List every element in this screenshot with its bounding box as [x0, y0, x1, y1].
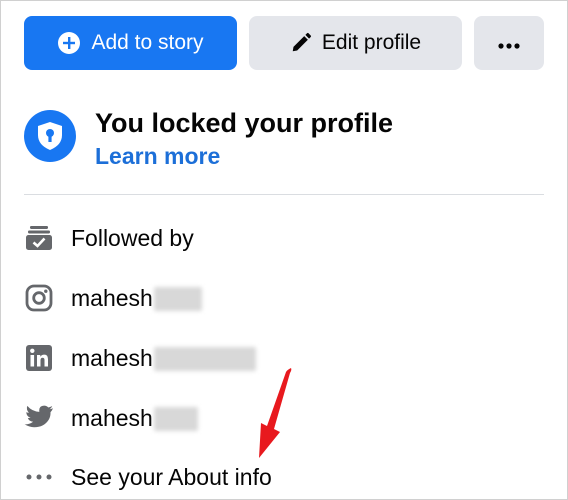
linkedin-icon — [24, 343, 54, 373]
info-item-text: mahesh — [71, 285, 202, 312]
annotation-arrow-icon — [259, 368, 292, 458]
shield-keyhole-icon — [24, 110, 76, 162]
info-item-text: Followed by — [71, 224, 194, 251]
instagram-handle: mahesh — [71, 284, 153, 311]
pencil-icon — [290, 32, 312, 54]
plus-circle-icon — [57, 31, 81, 55]
edit-profile-button[interactable]: Edit profile — [249, 16, 462, 70]
info-item-instagram[interactable]: mahesh — [24, 280, 544, 316]
see-about-info-label: See your About info — [71, 463, 272, 490]
info-item-text: mahesh — [71, 405, 198, 432]
lock-notice-title: You locked your profile — [95, 108, 394, 138]
divider — [24, 194, 544, 195]
instagram-icon — [24, 283, 54, 313]
info-item-text: mahesh — [71, 345, 256, 372]
profile-action-row: Add to story Edit profile — [24, 16, 544, 70]
edit-profile-label: Edit profile — [321, 31, 422, 54]
redacted-blur — [153, 347, 256, 372]
more-options-button[interactable] — [474, 16, 544, 70]
more-horizontal-icon — [24, 462, 54, 492]
info-item-see-about[interactable]: See your About info — [24, 459, 544, 495]
redacted-blur — [153, 287, 202, 312]
twitter-icon — [24, 403, 54, 433]
twitter-handle: mahesh — [71, 404, 153, 431]
followers-icon — [24, 223, 54, 253]
redacted-blur — [153, 407, 198, 432]
linkedin-handle: mahesh — [71, 344, 153, 371]
add-to-story-button[interactable]: Add to story — [24, 16, 237, 70]
info-item-followed-by[interactable]: Followed by — [24, 220, 544, 256]
profile-lock-notice: You locked your profile Learn more — [24, 104, 544, 174]
add-to-story-label: Add to story — [91, 31, 204, 54]
more-horizontal-icon — [498, 31, 520, 55]
learn-more-link[interactable]: Learn more — [95, 143, 220, 170]
